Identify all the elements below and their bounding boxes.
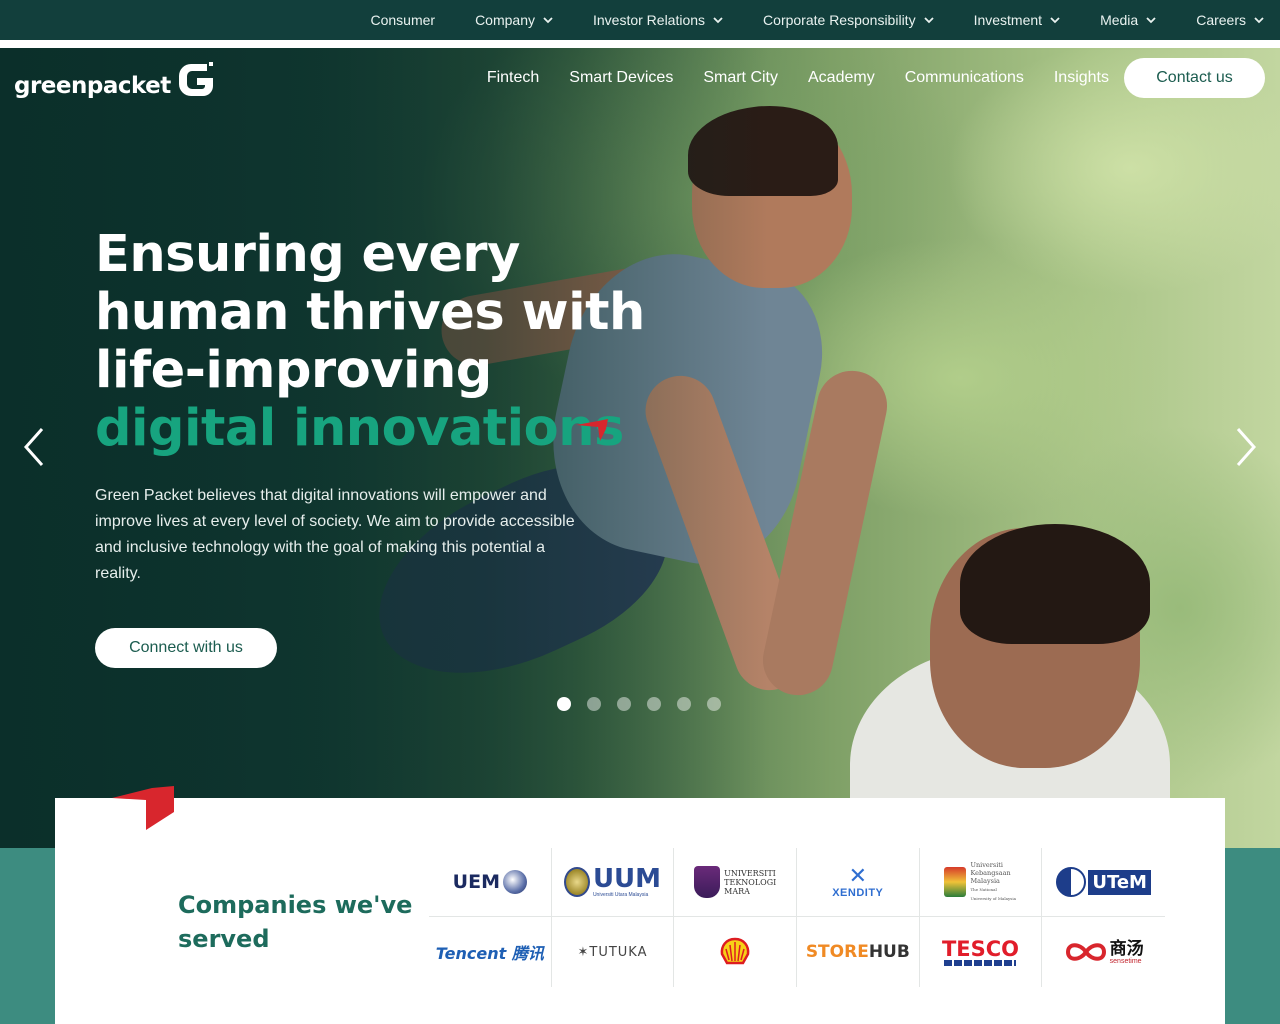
partner-logo-sensetime: 商汤 sensetime	[1042, 917, 1165, 987]
partner-logo-tutuka: ✶TUTUKA	[552, 917, 675, 987]
carousel-dot-1[interactable]	[557, 697, 571, 711]
utility-nav-investor-relations[interactable]: Investor Relations	[593, 12, 723, 28]
utility-nav-label: Corporate Responsibility	[763, 12, 916, 28]
partner-logo-uum: UUM Universiti Utara Malaysia	[551, 848, 675, 917]
tutuka-text: TUTUKA	[589, 944, 648, 960]
utility-nav-careers[interactable]: Careers	[1196, 12, 1264, 28]
nav-academy[interactable]: Academy	[808, 69, 875, 87]
hero-headline: Ensuring every human thrives with life-i…	[95, 226, 655, 458]
utility-nav-consumer[interactable]: Consumer	[370, 12, 435, 28]
partner-logo-ukm: Universiti Kebangsaan Malaysia The Nation…	[919, 848, 1043, 917]
nav-communications[interactable]: Communications	[905, 69, 1024, 87]
tesco-stripes	[944, 960, 1017, 966]
xendity-x-icon: ✕	[848, 863, 868, 888]
storehub-text-b: HUB	[868, 942, 910, 962]
red-arrow-mark-icon	[576, 419, 608, 441]
utility-nav-label: Consumer	[370, 12, 436, 28]
utem-text: UTeM	[1088, 869, 1151, 895]
headline-accent: digital innovations	[95, 399, 624, 458]
logo-wordmark: greenpacket	[14, 73, 171, 99]
utility-nav-corporate-responsibility[interactable]: Corporate Responsibility	[763, 12, 934, 28]
ukm-text: Universiti Kebangsaan Malaysia	[970, 861, 1011, 885]
sensetime-cn-text: 商汤	[1109, 938, 1144, 958]
shell-logo-icon	[720, 937, 750, 965]
carousel-dot-5[interactable]	[677, 697, 691, 711]
utility-nav-media[interactable]: Media	[1100, 12, 1156, 28]
chevron-down-icon	[1050, 17, 1060, 24]
globe-icon	[502, 870, 527, 894]
utility-nav-label: Media	[1100, 12, 1139, 28]
headline-line: Ensuring every	[95, 225, 520, 284]
carousel-dot-2[interactable]	[587, 697, 601, 711]
headline-line: human thrives with	[95, 283, 645, 342]
utility-nav-company[interactable]: Company	[475, 12, 553, 28]
xendity-text: XENDITY	[832, 887, 884, 899]
utility-nav-investment[interactable]: Investment	[974, 12, 1060, 28]
sensetime-loop-icon	[1065, 943, 1106, 961]
greenpacket-logo[interactable]: greenpacket	[14, 56, 217, 100]
main-nav: Fintech Smart Devices Smart City Academy…	[457, 58, 1265, 98]
headline-line: life-improving	[95, 341, 492, 400]
nav-smart-devices[interactable]: Smart Devices	[569, 69, 673, 87]
carousel-pagination	[557, 697, 737, 711]
utility-nav: Consumer Company Investor Relations Corp…	[330, 0, 1264, 40]
logo-g-icon	[178, 62, 213, 96]
uum-text: UUM	[592, 864, 662, 894]
chevron-down-icon	[923, 17, 934, 24]
uitm-crest-icon	[694, 866, 721, 898]
partners-title: Companies we've served	[178, 891, 413, 953]
hero-description: Green Packet believes that digital innov…	[95, 487, 575, 582]
star-icon: ✶	[577, 944, 590, 960]
partner-logo-utem: UTeM	[1042, 848, 1165, 917]
uitm-text: UNIVERSITI TEKNOLOGI MARA	[724, 868, 777, 896]
top-utility-bar: Consumer Company Investor Relations Corp…	[0, 0, 1280, 40]
utility-nav-label: Company	[475, 12, 535, 28]
carousel-dot-3[interactable]	[617, 697, 631, 711]
tencent-text: Tencent 腾讯	[435, 944, 544, 963]
chevron-down-icon	[1146, 17, 1156, 24]
partner-logo-storehub: STOREHUB	[797, 917, 920, 987]
chevron-down-icon	[1254, 17, 1264, 24]
nav-fintech[interactable]: Fintech	[487, 69, 539, 87]
utem-emblem-icon	[1056, 867, 1087, 897]
ukm-crest-icon	[944, 867, 967, 897]
partner-logo-xendity: ✕ XENDITY	[796, 848, 920, 917]
contact-us-button[interactable]: Contact us	[1124, 58, 1265, 98]
carousel-dot-4[interactable]	[647, 697, 661, 711]
storehub-text-a: STORE	[805, 942, 869, 962]
ukm-subtext: The National University of Malaysia	[970, 887, 1017, 901]
connect-with-us-button[interactable]: Connect with us	[95, 628, 277, 668]
chevron-down-icon	[713, 17, 723, 24]
tesco-text: TESCO	[941, 937, 1020, 961]
partner-logo-tencent: Tencent 腾讯	[429, 917, 552, 987]
red-corner-mark-icon	[112, 786, 174, 830]
uum-subtext: Universiti Utara Malaysia	[592, 892, 649, 898]
chevron-right-icon[interactable]	[1234, 425, 1258, 469]
partner-logo-uem: UEM	[429, 848, 552, 917]
uem-text: UEM	[452, 871, 500, 893]
utility-nav-label: Investment	[973, 12, 1043, 28]
nav-insights[interactable]: Insights	[1054, 69, 1109, 87]
nav-smart-city[interactable]: Smart City	[703, 69, 778, 87]
utility-nav-label: Investor Relations	[592, 12, 706, 28]
carousel-dot-6[interactable]	[707, 697, 721, 711]
sensetime-en-text: sensetime	[1109, 957, 1142, 965]
divider-strip	[0, 40, 1280, 48]
uum-seal-icon	[563, 867, 590, 897]
chevron-down-icon	[543, 17, 553, 24]
partner-logo-grid: UEM UUM Universiti Utara Malaysia UNIVERS…	[429, 848, 1165, 988]
chevron-left-icon[interactable]	[22, 425, 46, 469]
partner-logo-shell	[674, 917, 797, 987]
partner-logo-uitm: UNIVERSITI TEKNOLOGI MARA	[674, 848, 797, 917]
partner-logo-tesco: TESCO	[920, 917, 1043, 987]
utility-nav-label: Careers	[1196, 12, 1246, 28]
